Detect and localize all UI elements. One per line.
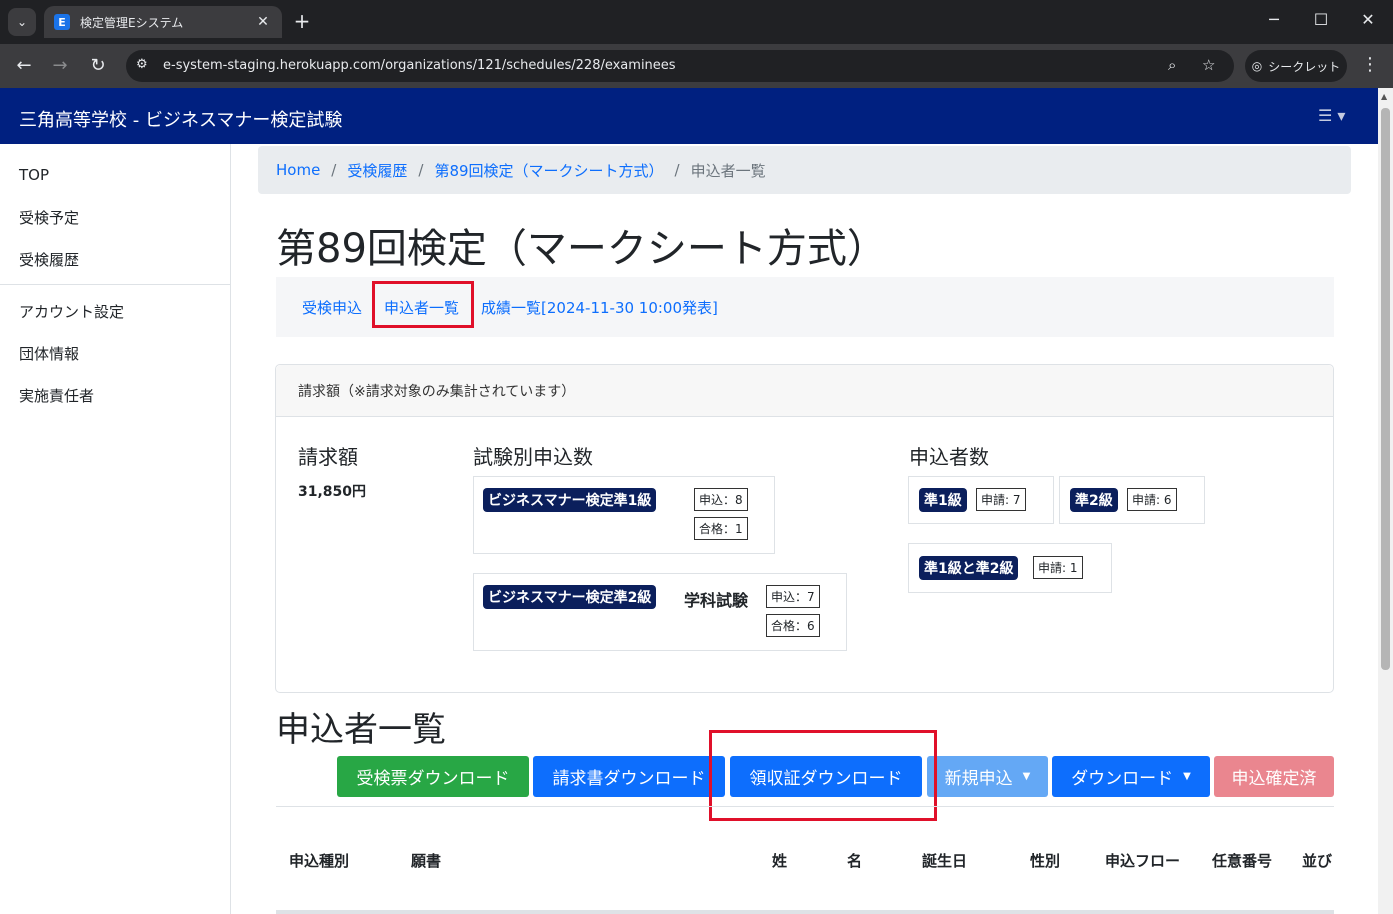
- breadcrumb-separator: /: [418, 161, 424, 179]
- sidebar-item-account[interactable]: アカウント設定: [19, 301, 124, 322]
- sidebar-item-supervisor[interactable]: 実施責任者: [19, 385, 94, 406]
- hamburger-menu-icon[interactable]: ☰ ▾: [1318, 106, 1345, 125]
- exam-badge: ビジネスマナー検定準1級: [483, 488, 657, 512]
- maximize-icon[interactable]: ☐: [1309, 10, 1333, 29]
- column-header-application[interactable]: 願書: [411, 850, 441, 871]
- column-header-birthday[interactable]: 誕生日: [922, 850, 967, 871]
- sidebar-item-schedule[interactable]: 受検予定: [19, 207, 79, 228]
- url-text: e-system-staging.herokuapp.com/organizat…: [163, 58, 676, 73]
- breadcrumb-separator: /: [331, 161, 337, 179]
- applicants-heading: 申込者数: [909, 445, 989, 469]
- site-info-icon[interactable]: ⚙: [136, 57, 148, 72]
- sidebar: TOP 受検予定 受検履歴 アカウント設定 団体情報 実施責任者: [0, 144, 231, 914]
- scrollbar-thumb[interactable]: [1381, 108, 1390, 670]
- new-application-dropdown[interactable]: 新規申込 ▼: [927, 756, 1048, 797]
- sidebar-item-history[interactable]: 受検履歴: [19, 249, 79, 270]
- forward-arrow-icon[interactable]: →: [48, 54, 72, 78]
- browser-menu-icon[interactable]: ⋮: [1360, 54, 1380, 75]
- applicant-list-title: 申込者一覧: [276, 710, 446, 750]
- browser-tab[interactable]: E 検定管理Eシステム ✕: [44, 6, 282, 38]
- billing-card-header: 請求額（※請求対象のみ集計されています）: [276, 365, 1333, 417]
- caret-down-icon: ▼: [1183, 771, 1191, 782]
- breadcrumb-current: 申込者一覧: [690, 161, 766, 180]
- reload-icon[interactable]: ↻: [86, 54, 110, 78]
- breadcrumb-home[interactable]: Home: [276, 161, 320, 179]
- breadcrumb-separator: /: [674, 161, 680, 179]
- back-arrow-icon[interactable]: ←: [12, 54, 36, 78]
- new-tab-icon[interactable]: +: [290, 9, 314, 33]
- grade-badge: 準1級と準2級: [919, 556, 1019, 580]
- incognito-indicator[interactable]: ◎ シークレット: [1245, 50, 1347, 82]
- grade-badge: 準1級: [919, 488, 967, 512]
- applicant-box-pre2: 準2級 申請: 6: [1059, 476, 1205, 524]
- browser-toolbar: ← → ↻ ⚙ e-system-staging.herokuapp.com/o…: [0, 44, 1393, 88]
- applicant-box-both: 準1級と準2級 申請: 1: [908, 543, 1112, 593]
- invoice-download-button[interactable]: 請求書ダウンロード: [533, 756, 725, 797]
- exam-applied-count: 申込：8: [694, 488, 748, 511]
- page-title: 第89回検定（マークシート方式）: [276, 226, 887, 272]
- zoom-icon[interactable]: ⌕: [1168, 56, 1176, 74]
- tab-title: 検定管理Eシステム: [80, 15, 184, 30]
- divider: [276, 806, 1334, 807]
- app-navbar: 三角高等学校 - ビジネスマナー検定試験 ☰ ▾: [0, 88, 1378, 144]
- address-bar[interactable]: ⚙ e-system-staging.herokuapp.com/organiz…: [126, 50, 1234, 82]
- favicon-icon: E: [54, 14, 70, 30]
- breadcrumb-history[interactable]: 受検履歴: [347, 160, 407, 181]
- application-confirmed-button[interactable]: 申込確定済: [1214, 756, 1334, 797]
- exam-heading: 試験別申込数: [473, 445, 593, 469]
- billing-card: 請求額（※請求対象のみ集計されています） 請求額 31,850円 試験別申込数 …: [275, 364, 1334, 693]
- tab-search-chevron-icon[interactable]: ⌄: [8, 8, 36, 36]
- highlight-box-subnav: [372, 281, 474, 328]
- exam-passed-count: 合格：6: [766, 614, 820, 637]
- exam-box-1: ビジネスマナー検定準1級 申込：8 合格：1: [473, 476, 775, 554]
- ticket-download-button[interactable]: 受検票ダウンロード: [337, 756, 529, 797]
- column-header-first-name[interactable]: 名: [847, 850, 862, 871]
- sidebar-item-organization[interactable]: 団体情報: [19, 343, 79, 364]
- amount-heading: 請求額: [298, 445, 358, 469]
- table-body-edge: [276, 910, 1334, 914]
- applicant-count: 申請: 7: [976, 488, 1026, 511]
- exam-applied-count: 申込：7: [766, 585, 820, 608]
- page-scrollbar[interactable]: ▲: [1378, 88, 1393, 914]
- incognito-icon: ◎: [1251, 59, 1263, 73]
- window-close-icon[interactable]: ✕: [1356, 10, 1380, 29]
- download-dropdown[interactable]: ダウンロード ▼: [1052, 756, 1210, 797]
- scroll-up-arrow-icon[interactable]: ▲: [1381, 92, 1387, 101]
- minimize-icon[interactable]: ─: [1262, 10, 1286, 29]
- column-header-type[interactable]: 申込種別: [289, 850, 349, 871]
- download-label: ダウンロード: [1071, 769, 1174, 789]
- amount-value: 31,850円: [298, 484, 367, 500]
- grade-badge: 準2級: [1070, 488, 1118, 512]
- incognito-label: シークレット: [1268, 59, 1341, 74]
- exam-badge: ビジネスマナー検定準2級: [483, 585, 657, 609]
- sidebar-item-top[interactable]: TOP: [19, 166, 49, 184]
- subnav-apply[interactable]: 受検申込: [302, 297, 362, 318]
- tab-close-icon[interactable]: ✕: [254, 14, 272, 30]
- browser-tab-bar: ⌄ E 検定管理Eシステム ✕ + ─ ☐ ✕: [0, 0, 1393, 44]
- bookmark-star-icon[interactable]: ☆: [1202, 56, 1215, 74]
- new-application-label: 新規申込: [944, 769, 1013, 789]
- breadcrumb: Home / 受検履歴 / 第89回検定（マークシート方式） / 申込者一覧: [258, 146, 1351, 194]
- exam-box-2: ビジネスマナー検定準2級 学科試験 申込：7 合格：6: [473, 573, 847, 651]
- column-header-order[interactable]: 並び: [1302, 850, 1334, 871]
- caret-down-icon: ▼: [1022, 771, 1031, 782]
- applicant-count: 申請: 6: [1127, 488, 1177, 511]
- app-title[interactable]: 三角高等学校 - ビジネスマナー検定試験: [19, 106, 342, 132]
- web-page: 三角高等学校 - ビジネスマナー検定試験 ☰ ▾ TOP 受検予定 受検履歴 ア…: [0, 88, 1378, 914]
- applicant-box-pre1: 準1級 申請: 7: [908, 476, 1054, 524]
- sidebar-divider: [0, 284, 230, 285]
- column-header-flow[interactable]: 申込フロー: [1105, 850, 1180, 871]
- column-header-optional-number[interactable]: 任意番号: [1212, 850, 1272, 871]
- column-header-last-name[interactable]: 姓: [772, 850, 787, 871]
- applicant-count: 申請: 1: [1033, 556, 1083, 579]
- breadcrumb-exam[interactable]: 第89回検定（マークシート方式）: [434, 160, 663, 181]
- column-header-gender[interactable]: 性別: [1030, 850, 1060, 871]
- highlight-box-receipt: [709, 730, 937, 821]
- subnav-results[interactable]: 成績一覧[2024-11-30 10:00発表]: [481, 297, 718, 318]
- exam-type-label: 学科試験: [684, 591, 749, 610]
- exam-passed-count: 合格：1: [694, 517, 748, 540]
